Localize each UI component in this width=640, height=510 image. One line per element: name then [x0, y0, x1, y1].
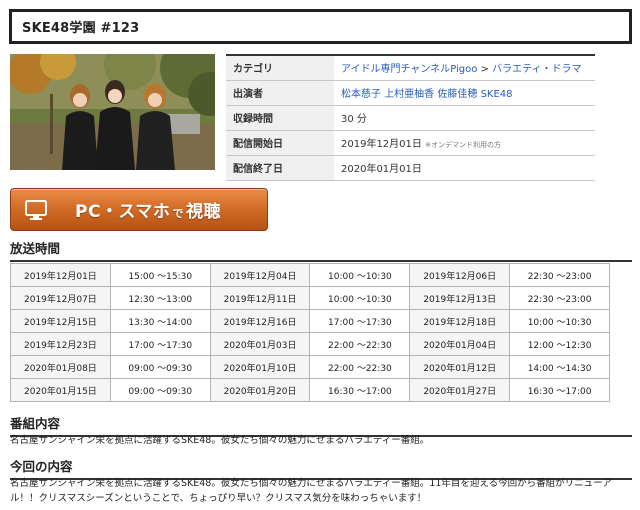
- monitor-icon: [25, 199, 47, 220]
- schedule-time: 14:00 〜14:30: [509, 355, 610, 379]
- schedule-time: 12:30 〜13:00: [109, 286, 211, 310]
- schedule-time: 10:00 〜10:30: [309, 263, 411, 287]
- schedule-time: 13:30 〜14:00: [109, 309, 211, 333]
- schedule-time: 10:00 〜10:30: [509, 309, 610, 333]
- cast-link[interactable]: 松本慈子: [341, 89, 381, 100]
- schedule-date: 2019年12月01日: [10, 263, 111, 287]
- cast-link[interactable]: SKE48: [481, 89, 513, 100]
- schedule-time: 22:00 〜22:30: [309, 332, 411, 356]
- schedule-date: 2019年12月04日: [209, 263, 311, 287]
- schedule-date: 2020年01月08日: [10, 355, 111, 379]
- category-link-genre[interactable]: バラエティ・ドラマ: [492, 64, 581, 75]
- info-key: 配信終了日: [226, 155, 334, 181]
- schedule-row: 2020年01月15日 09:00 〜09:30 2020年01月20日 16:30 …: [10, 378, 610, 402]
- episode-content-text: 名古屋サンシャイン栄を拠点に活躍するSKE48。彼女たち個々の魅力にせまるバラエ…: [10, 478, 612, 504]
- schedule-date: 2019年12月23日: [10, 332, 111, 356]
- schedule-time: 16:30 〜17:00: [309, 378, 411, 402]
- schedule-time: 10:00 〜10:30: [309, 286, 411, 310]
- schedule-date: 2019年12月06日: [409, 263, 511, 287]
- schedule-time: 15:00 〜15:30: [109, 263, 211, 287]
- schedule-date: 2020年01月10日: [209, 355, 311, 379]
- schedule-row: 2019年12月01日 15:00 〜15:30 2019年12月04日 10:00 …: [10, 263, 610, 287]
- schedule-time: 22:30 〜23:00: [509, 286, 610, 310]
- info-row-duration: 収録時間 30 分: [226, 105, 595, 131]
- schedule-date: 2020年01月20日: [209, 378, 311, 402]
- info-key: カテゴリ: [226, 55, 334, 81]
- program-title-box: SKE48学園 #123: [9, 9, 632, 44]
- start-date-value: 2019年12月01日: [341, 139, 422, 150]
- info-key: 配信開始日: [226, 130, 334, 156]
- start-date-note: ※オンデマンド利用の方: [425, 141, 501, 149]
- broadcast-time-heading: 放送時間: [10, 238, 632, 262]
- schedule-time: 12:00 〜12:30: [509, 332, 610, 356]
- cast-link[interactable]: 上村亜柚香: [384, 89, 434, 100]
- schedule-date: 2019年12月13日: [409, 286, 511, 310]
- info-row-start-date: 配信開始日 2019年12月01日 ※オンデマンド利用の方: [226, 130, 595, 156]
- info-key: 出演者: [226, 80, 334, 106]
- schedule-row: 2019年12月23日 17:00 〜17:30 2020年01月03日 22:00 …: [10, 332, 610, 356]
- program-info-table: カテゴリ アイドル専門チャンネルPigoo > バラエティ・ドラマ 出演者 松本…: [226, 54, 595, 181]
- watch-pc-smartphone-button[interactable]: PC・スマホで視聴: [10, 188, 268, 231]
- info-key: 収録時間: [226, 105, 334, 131]
- schedule-row: 2020年01月08日 09:00 〜09:30 2020年01月10日 22:00 …: [10, 355, 610, 379]
- info-row-cast: 出演者 松本慈子 上村亜柚香 佐藤佳穂 SKE48: [226, 80, 595, 106]
- duration-value: 30 分: [334, 105, 595, 131]
- program-content-text: 名古屋サンシャイン栄を拠点に活躍するSKE48。彼女たち個々の魅力にせまるバラエ…: [10, 435, 430, 446]
- schedule-date: 2019年12月16日: [209, 309, 311, 333]
- schedule-row: 2019年12月07日 12:30 〜13:00 2019年12月11日 10:00 …: [10, 286, 610, 310]
- schedule-date: 2020年01月04日: [409, 332, 511, 356]
- schedule-date: 2019年12月15日: [10, 309, 111, 333]
- schedule-time: 16:30 〜17:00: [509, 378, 610, 402]
- schedule-time: 22:00 〜22:30: [309, 355, 411, 379]
- cast-link[interactable]: 佐藤佳穂: [437, 89, 477, 100]
- schedule-date: 2020年01月12日: [409, 355, 511, 379]
- category-link-channel[interactable]: アイドル専門チャンネルPigoo: [341, 64, 477, 75]
- schedule-date: 2020年01月03日: [209, 332, 311, 356]
- schedule-time: 17:00 〜17:30: [309, 309, 411, 333]
- schedule-date: 2020年01月15日: [10, 378, 111, 402]
- info-row-category: カテゴリ アイドル専門チャンネルPigoo > バラエティ・ドラマ: [226, 55, 595, 81]
- program-thumbnail: [10, 54, 215, 170]
- schedule-date: 2019年12月11日: [209, 286, 311, 310]
- schedule-time: 17:00 〜17:30: [109, 332, 211, 356]
- breadcrumb-separator: >: [477, 64, 493, 76]
- schedule-date: 2019年12月18日: [409, 309, 511, 333]
- schedule-time: 09:00 〜09:30: [109, 378, 211, 402]
- schedule-date: 2019年12月07日: [10, 286, 111, 310]
- thumbnail-image: [10, 54, 215, 170]
- broadcast-schedule-table: 2019年12月01日 15:00 〜15:30 2019年12月04日 10:00 …: [10, 263, 610, 402]
- schedule-time: 09:00 〜09:30: [109, 355, 211, 379]
- schedule-date: 2020年01月27日: [409, 378, 511, 402]
- end-date-value: 2020年01月01日: [334, 155, 595, 181]
- info-row-end-date: 配信終了日 2020年01月01日: [226, 155, 595, 181]
- program-title: SKE48学園 #123: [22, 21, 140, 36]
- schedule-row: 2019年12月15日 13:30 〜14:00 2019年12月16日 17:00 …: [10, 309, 610, 333]
- watch-button-label: PC・スマホで視聴: [75, 202, 221, 222]
- schedule-time: 22:30 〜23:00: [509, 263, 610, 287]
